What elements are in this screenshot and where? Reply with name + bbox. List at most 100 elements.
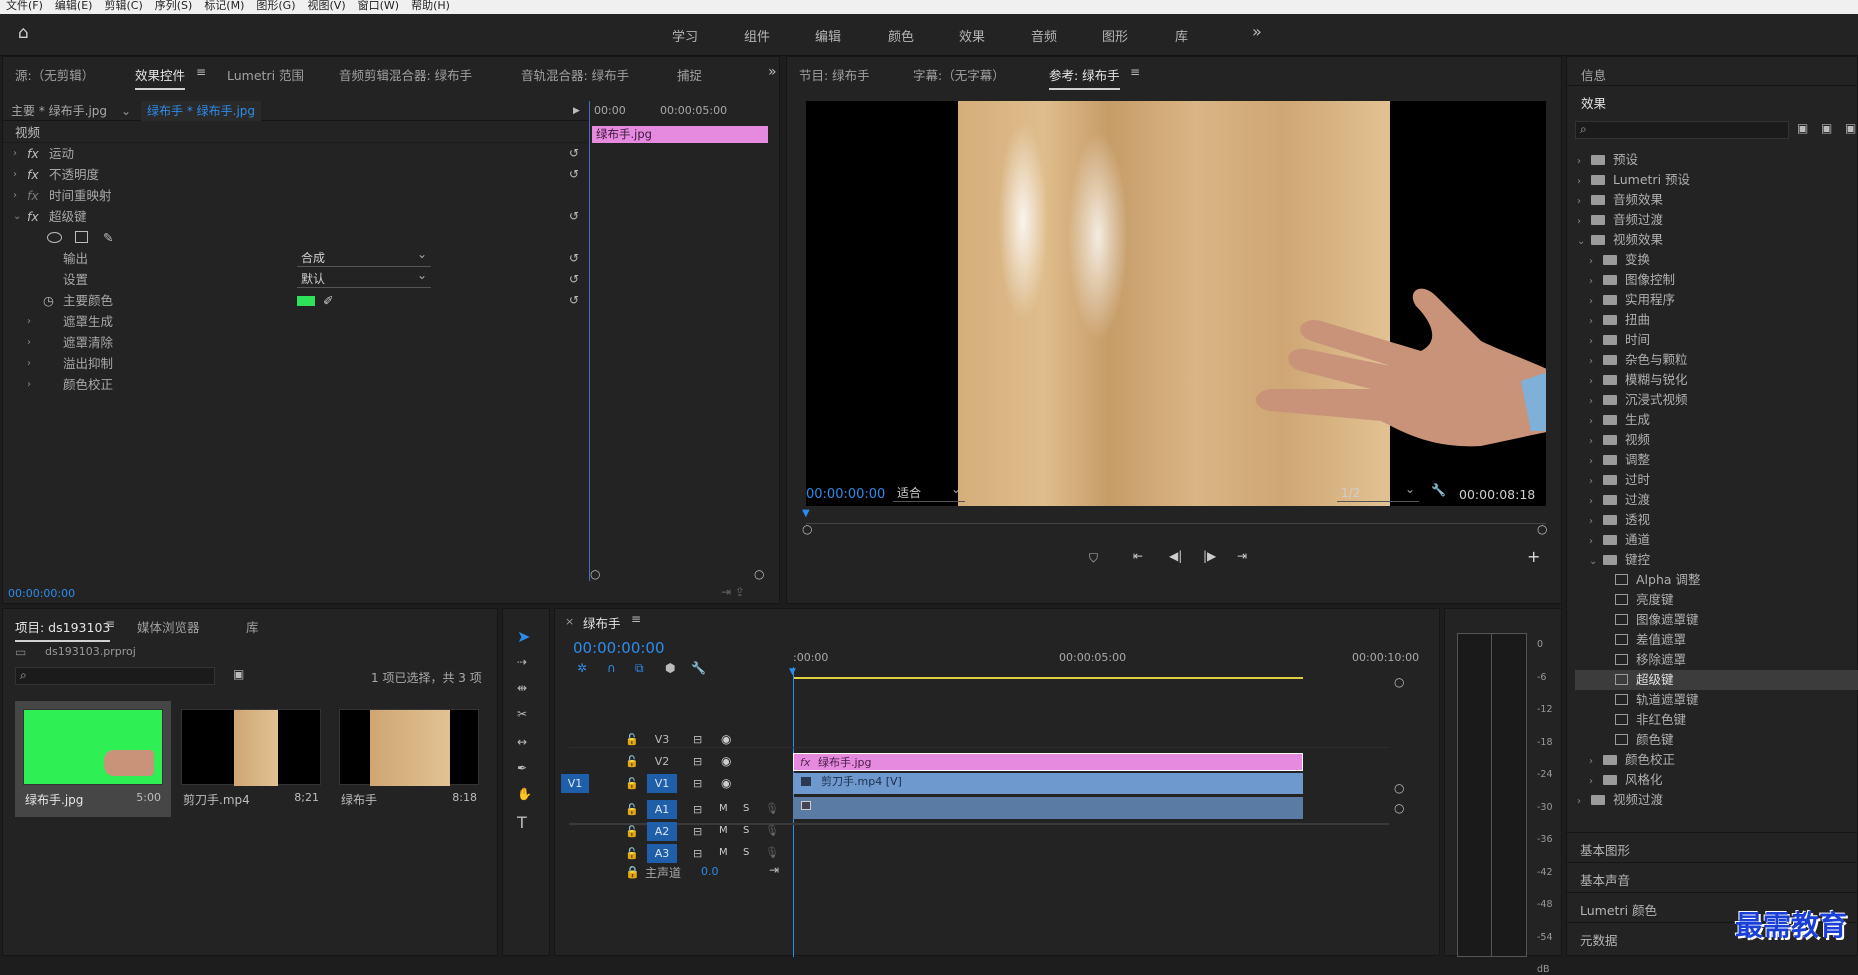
panel-tab[interactable]: 字幕:（无字幕） [913,65,1005,84]
effect-time-remap[interactable]: › fx 时间重映射 [3,185,587,206]
panel-tab[interactable]: 源:（无剪辑） [15,65,94,84]
selection-tool-icon[interactable]: ➤ [517,627,530,646]
lock-icon[interactable]: 🔓 [625,825,639,838]
panel-tab[interactable]: 库 [246,617,259,636]
mute-button[interactable]: M [719,803,728,814]
effects-tree-item[interactable]: 图像遮罩键 [1575,610,1858,630]
zoom-handle-right[interactable]: ○ [1537,522,1547,536]
workspace-overflow-icon[interactable]: » [1252,22,1262,41]
vertical-zoom-handle[interactable]: ○ [1394,675,1404,689]
effects-tree-item[interactable]: ⌄ 视频效果 [1575,230,1858,250]
program-scrubber[interactable]: ▼ [802,508,1546,524]
effects-tree-item[interactable]: › 音频效果 [1575,190,1858,210]
lock-icon[interactable]: 🔓 [625,803,639,816]
effects-tree-item[interactable]: 亮度键 [1575,590,1858,610]
panel-tab[interactable]: 参考: 绿布手 [1049,65,1120,90]
effects-tree-item[interactable]: › 生成 [1575,410,1858,430]
track-select-icon[interactable]: ⇢ [517,655,527,669]
menu-item[interactable]: 标记(M) [204,0,244,12]
effects-tree-item[interactable]: › 视频 [1575,430,1858,450]
effects-tree-item[interactable]: 超级键 [1575,670,1858,690]
effects-tree-item[interactable]: 轨道遮罩键 [1575,690,1858,710]
panel-tab[interactable]: 节目: 绿布手 [799,65,870,84]
mute-button[interactable]: M [719,847,728,858]
mini-timeline[interactable]: 00:00 00:00:05:00 绿布手.jpg ○ ○ [589,101,779,581]
workspace-tab[interactable]: 图形 [1102,26,1128,45]
effects-tree-item[interactable]: › 通道 [1575,530,1858,550]
lock-icon[interactable]: 🔓 [625,847,639,860]
effects-tree-item[interactable]: › 视频过渡 [1575,790,1858,810]
effects-tree-item[interactable]: › 透视 [1575,510,1858,530]
track-target[interactable]: A3 [647,844,677,863]
track-target[interactable]: A1 [647,800,677,819]
rectangle-mask-icon[interactable] [75,231,88,243]
clip-a1[interactable] [793,797,1303,819]
workspace-tab[interactable]: 学习 [672,26,698,45]
workspace-tab[interactable]: 组件 [744,26,770,45]
pen-mask-icon[interactable]: ✎ [103,227,113,248]
microphone-icon[interactable]: 🎙 [765,824,779,837]
reset-icon[interactable]: ↺ [569,143,579,164]
32bit-effects-icon[interactable]: ▣ [1821,121,1832,135]
zoom-handle-left[interactable]: ○ [590,567,600,581]
group-matte-generation[interactable]: › 遮罩生成 [3,311,587,332]
timeline-title[interactable]: 绿布手 [583,613,621,632]
effects-tree-item[interactable]: › 扭曲 [1575,310,1858,330]
razor-tool-icon[interactable]: ✂ [517,707,527,721]
solo-button[interactable]: S [743,847,749,858]
solo-button[interactable]: S [743,825,749,836]
group-color-correction[interactable]: › 颜色校正 [3,374,587,395]
sync-lock-icon[interactable]: ⊟ [693,825,702,838]
vertical-zoom-handle[interactable]: ○ [1394,801,1404,815]
sync-lock-icon[interactable]: ⊟ [693,777,702,790]
effects-tree-item[interactable]: › 调整 [1575,450,1858,470]
menu-item[interactable]: 图形(G) [256,0,295,12]
master-clip-label[interactable]: 主要 * 绿布手.jpg [11,101,107,121]
eye-icon[interactable]: ◉ [721,776,731,790]
project-search-input[interactable]: ⌕ [15,667,215,685]
effects-tab[interactable]: 效果 [1581,93,1606,112]
sync-lock-icon[interactable]: ⊟ [693,755,702,768]
eye-icon[interactable]: ◉ [721,732,731,746]
effects-tree-item[interactable]: Alpha 调整 [1575,570,1858,590]
reset-icon[interactable]: ↺ [569,248,579,269]
panel-menu-icon[interactable]: ≡ [631,612,641,626]
menu-item[interactable]: 视图(V) [308,0,346,12]
panel-overflow-icon[interactable]: » [768,64,777,80]
lock-icon[interactable]: 🔒 [625,865,640,879]
menu-item[interactable]: 文件(F) [6,0,43,12]
effects-tree-item[interactable]: 非红色键 [1575,710,1858,730]
menu-item[interactable]: 剪辑(C) [104,0,142,12]
clip-bar[interactable]: 绿布手.jpg [592,126,768,143]
panel-tab[interactable]: Lumetri 范围 [227,65,304,84]
effects-tree-item[interactable]: › 时间 [1575,330,1858,350]
timeline-timecode[interactable]: 00:00:00:00 [573,639,665,657]
source-patch-v1[interactable]: V1 [561,774,589,793]
zoom-handle-left[interactable]: ○ [802,522,812,536]
sync-lock-icon[interactable]: ⊟ [693,733,702,746]
eyedropper-icon[interactable]: ✐ [323,290,333,311]
playhead-timecode[interactable]: 00:00:00:00 [806,487,885,502]
eye-icon[interactable]: ◉ [721,754,731,768]
zoom-fit-dropdown[interactable]: 适合 [893,482,965,502]
effects-tree-item[interactable]: › 杂色与颗粒 [1575,350,1858,370]
effect-motion[interactable]: › fx 运动 ↺ [3,143,587,164]
group-matte-cleanup[interactable]: › 遮罩清除 [3,332,587,353]
project-item[interactable]: 绿布手.jpg 5:00 [15,701,171,817]
track-target[interactable]: V2 [647,752,677,771]
lock-icon[interactable]: 🔓 [625,755,639,768]
menu-item[interactable]: 编辑(E) [55,0,93,12]
info-tab[interactable]: 信息 [1581,65,1606,84]
wrench-icon[interactable]: 🔧 [1431,483,1446,497]
effect-opacity[interactable]: › fx 不透明度 ↺ [3,164,587,185]
add-button-icon[interactable]: + [1527,547,1540,566]
effects-tree-item[interactable]: › 音频过渡 [1575,210,1858,230]
effects-tree-item[interactable]: › Lumetri 预设 [1575,170,1858,190]
project-item[interactable]: 剪刀手.mp4 8;21 [173,701,329,817]
panel-tab[interactable]: 捕捉 [677,65,702,84]
vertical-zoom-handle[interactable]: ○ [1394,781,1404,795]
effects-tree-item[interactable]: 移除遮罩 [1575,650,1858,670]
panel-tab[interactable]: 音频剪辑混合器: 绿布手 [339,65,472,84]
microphone-icon[interactable]: 🎙 [765,846,779,859]
linked-selection-icon[interactable]: ⧉ [635,661,644,676]
